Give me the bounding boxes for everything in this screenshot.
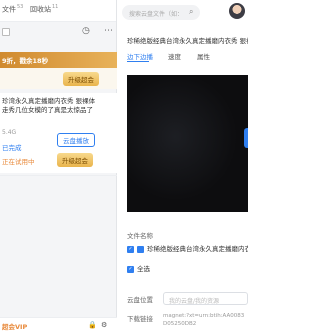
tab-recycle-label: 回收站 bbox=[30, 5, 51, 14]
tab-recycle-count: 11 bbox=[52, 4, 59, 10]
search-input[interactable]: 搜索云盘文件（如： ⌕ bbox=[122, 5, 200, 20]
search-placeholder: 搜索云盘文件（如： bbox=[129, 11, 184, 18]
download-link-label: 下载链接 bbox=[127, 315, 153, 323]
lock-icon[interactable]: 🔒 bbox=[88, 321, 97, 329]
torrent-title: 珍湾永久真定播磨内衣秀 狠裸体走秀几位女模的了真是太惊品了 bbox=[2, 97, 96, 114]
torrent-item[interactable]: 珍湾永久真定播磨内衣秀 狠裸体走秀几位女模的了真是太惊品了 5.4G 云盘播放 … bbox=[0, 93, 117, 173]
tab-files-label: 文件 bbox=[2, 5, 16, 14]
cloud-play-button[interactable]: 云盘播放 bbox=[57, 133, 95, 147]
file-name: 珍稀绝版经典台湾永久真定播磨内衣秀 bbox=[147, 245, 248, 253]
app-window: 文件53 回收站11 ◷ ⋯ 9折，戳余18秒 升级超会 珍湾永久真定播磨内衣秀… bbox=[0, 0, 248, 333]
detail-pane: 搜索云盘文件（如： ⌕ 珍稀绝版经典台湾永久真定播磨内衣秀 狠裸体走 边下边播 … bbox=[117, 0, 248, 333]
cloud-location-select[interactable]: 我的云盘/我的资源 bbox=[163, 292, 248, 305]
promo-banner: 9折，戳余18秒 bbox=[0, 52, 117, 68]
cloud-location-value: 我的云盘/我的资源 bbox=[169, 298, 220, 305]
active-tab-indicator bbox=[127, 61, 149, 62]
search-icon[interactable]: ⌕ bbox=[189, 7, 193, 17]
promo-upgrade-button[interactable]: 升级超会 bbox=[63, 72, 99, 86]
tab-speed[interactable]: 速度 bbox=[168, 51, 181, 61]
settings-icon[interactable]: ⚙ bbox=[101, 321, 107, 329]
select-all-checkbox[interactable] bbox=[2, 28, 10, 36]
video-player[interactable] bbox=[127, 75, 248, 212]
tab-stream-play[interactable]: 边下边播 bbox=[127, 51, 153, 61]
more-icon[interactable]: ⋯ bbox=[104, 26, 113, 36]
bottom-bar: 超会VIP 🔒 ⚙ bbox=[0, 317, 117, 333]
status-text[interactable]: 已完成 bbox=[2, 142, 22, 152]
list-toolbar: ◷ ⋯ bbox=[0, 22, 116, 44]
select-all-label: 全选 bbox=[137, 265, 150, 273]
left-pane: 文件53 回收站11 ◷ ⋯ 9折，戳余18秒 升级超会 珍湾永久真定播磨内衣秀… bbox=[0, 0, 117, 333]
file-tabs: 文件53 回收站11 bbox=[0, 0, 116, 22]
history-icon[interactable]: ◷ bbox=[82, 26, 90, 36]
tab-recycle-bin[interactable]: 回收站11 bbox=[30, 4, 58, 14]
tab-properties[interactable]: 属性 bbox=[197, 51, 210, 61]
promo-card: 9折，戳余18秒 升级超会 bbox=[0, 52, 117, 89]
video-file-icon bbox=[137, 245, 144, 253]
promo-text: 9折，戳余18秒 bbox=[2, 57, 49, 65]
tab-files-count: 53 bbox=[17, 4, 24, 10]
file-name-label: 文件名称 bbox=[127, 232, 153, 240]
vip-label[interactable]: 超会VIP bbox=[2, 321, 27, 331]
upgrade-button[interactable]: 升级超会 bbox=[57, 153, 93, 167]
select-all-row[interactable]: ✓ 全选 bbox=[127, 263, 150, 273]
tab-files[interactable]: 文件53 bbox=[2, 4, 23, 14]
detail-title: 珍稀绝版经典台湾永久真定播磨内衣秀 狠裸体走 bbox=[127, 37, 248, 45]
video-frame bbox=[127, 75, 248, 212]
select-all-check[interactable]: ✓ bbox=[127, 265, 134, 273]
cloud-location-label: 云盘位置 bbox=[127, 296, 153, 304]
divider bbox=[0, 175, 117, 176]
torrent-size: 5.4G bbox=[2, 129, 17, 136]
play-button[interactable] bbox=[244, 128, 248, 148]
magnet-link[interactable]: magnet:?xt=urn:btih:AA0083D05250DB2 bbox=[163, 312, 248, 328]
file-row[interactable]: ✓ 珍稀绝版经典台湾永久真定播磨内衣秀 bbox=[127, 243, 248, 253]
trial-status: 正在试用中 bbox=[2, 158, 35, 166]
file-checkbox[interactable]: ✓ bbox=[127, 245, 134, 253]
avatar[interactable] bbox=[229, 3, 245, 19]
